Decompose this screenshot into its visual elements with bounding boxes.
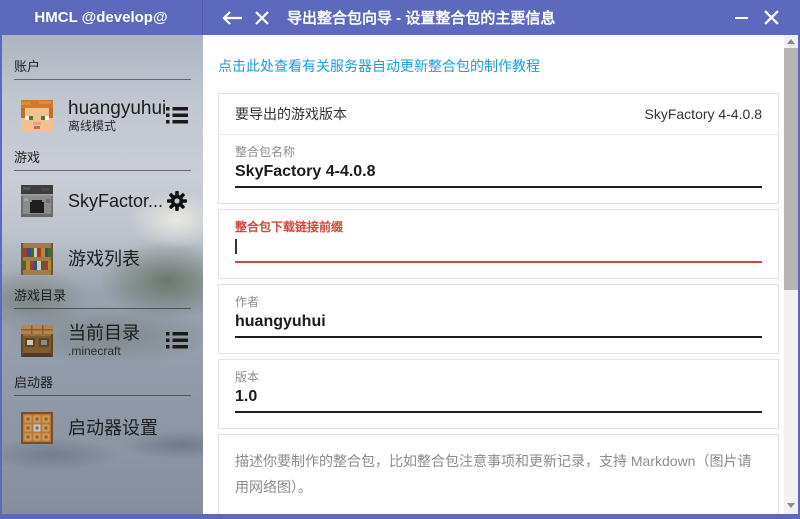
download-prefix-label: 整合包下载链接前缀: [235, 218, 762, 235]
titlebar: HMCL @develop@ 导出整合包向导 - 设置整合包的主要信息: [0, 0, 800, 35]
furnace-icon: [21, 185, 53, 217]
current-directory-path: .minecraft: [68, 344, 165, 358]
cancel-wizard-icon[interactable]: [247, 0, 277, 35]
minimize-button[interactable]: [726, 0, 756, 35]
author-label: 作者: [235, 293, 762, 310]
account-name: huangyuhui: [68, 98, 165, 119]
author-field: 作者 huangyuhui: [219, 285, 778, 353]
modpack-name-field: 整合包名称 SkyFactory 4-4.0.8: [219, 135, 778, 203]
version-settings-button[interactable]: [165, 189, 189, 213]
game-list-text: 游戏列表: [68, 249, 165, 270]
scrollbar-thumb[interactable]: [784, 48, 798, 290]
scrollbar-up-icon[interactable]: [784, 35, 798, 48]
export-version-value: SkyFactory 4-4.0.8: [645, 106, 763, 122]
description-textarea[interactable]: 描述你要制作的整合包，比如整合包注意事项和更新记录，支持 Markdown（图片…: [218, 434, 779, 514]
sidebar: 账户: [2, 35, 203, 514]
sidebar-item-launcher-settings[interactable]: 启动器设置: [2, 406, 203, 450]
download-prefix-field: 整合包下载链接前缀: [219, 210, 778, 278]
window-body: 账户: [2, 35, 798, 514]
directory-list-icon[interactable]: [165, 332, 189, 349]
export-version-card: 要导出的游戏版本 SkyFactory 4-4.0.8 整合包名称 SkyFac…: [218, 93, 779, 204]
section-header-launcher: 启动器: [14, 372, 191, 396]
modpack-name-label: 整合包名称: [235, 143, 762, 160]
back-arrow-icon[interactable]: [217, 0, 247, 35]
download-prefix-input[interactable]: [235, 235, 762, 263]
page-title: 导出整合包向导 - 设置整合包的主要信息: [287, 7, 555, 28]
account-mode: 离线模式: [68, 119, 165, 133]
current-directory-text: 当前目录 .minecraft: [68, 323, 165, 358]
titlebar-main: 导出整合包向导 - 设置整合包的主要信息: [203, 0, 800, 35]
bookshelf-icon: [21, 243, 53, 275]
version-card: 版本 1.0: [218, 359, 779, 429]
version-label: 版本: [235, 368, 762, 385]
command-block-icon: [21, 412, 53, 444]
download-prefix-card: 整合包下载链接前缀: [218, 209, 779, 279]
minimize-icon: [735, 17, 748, 19]
launcher-settings-text: 启动器设置: [68, 418, 165, 439]
version-input[interactable]: 1.0: [235, 385, 762, 413]
hmcl-window: HMCL @develop@ 导出整合包向导 - 设置整合包的主要信息 账户: [0, 0, 800, 519]
version-field: 版本 1.0: [219, 360, 778, 428]
export-version-label: 要导出的游戏版本: [235, 104, 347, 124]
sidebar-item-account[interactable]: huangyuhui 离线模式: [2, 92, 203, 139]
scrollbar[interactable]: [784, 35, 798, 514]
section-header-account: 账户: [14, 56, 191, 80]
current-version-text: SkyFactor...: [68, 191, 165, 212]
author-card: 作者 huangyuhui: [218, 284, 779, 354]
avatar: [21, 100, 53, 132]
export-version-row: 要导出的游戏版本 SkyFactory 4-4.0.8: [219, 94, 778, 135]
gear-icon: [165, 189, 189, 213]
content-inner: 点击此处查看有关服务器自动更新整合包的制作教程 要导出的游戏版本 SkyFact…: [218, 35, 779, 514]
close-button[interactable]: [756, 0, 786, 35]
sidebar-item-game-list[interactable]: 游戏列表: [2, 237, 203, 281]
section-header-directories: 游戏目录: [14, 285, 191, 309]
current-version-label: SkyFactor...: [68, 191, 165, 212]
crafting-table-icon: [21, 325, 53, 357]
current-directory-label: 当前目录: [68, 323, 165, 344]
modpack-name-input[interactable]: SkyFactory 4-4.0.8: [235, 160, 762, 188]
author-input[interactable]: huangyuhui: [235, 310, 762, 338]
tutorial-link[interactable]: 点击此处查看有关服务器自动更新整合包的制作教程: [218, 56, 540, 76]
scrollbar-down-icon[interactable]: [784, 499, 798, 512]
sidebar-item-current-directory[interactable]: 当前目录 .minecraft: [2, 317, 203, 364]
account-list-icon[interactable]: [165, 107, 189, 124]
sidebar-item-current-version[interactable]: SkyFactor...: [2, 179, 203, 223]
app-title: HMCL @develop@: [0, 0, 203, 35]
launcher-settings-label: 启动器设置: [68, 418, 165, 439]
account-text: huangyuhui 离线模式: [68, 98, 165, 133]
main-content: 点击此处查看有关服务器自动更新整合包的制作教程 要导出的游戏版本 SkyFact…: [203, 35, 798, 514]
section-header-game: 游戏: [14, 147, 191, 171]
game-list-label: 游戏列表: [68, 249, 165, 270]
text-caret: [235, 239, 237, 254]
